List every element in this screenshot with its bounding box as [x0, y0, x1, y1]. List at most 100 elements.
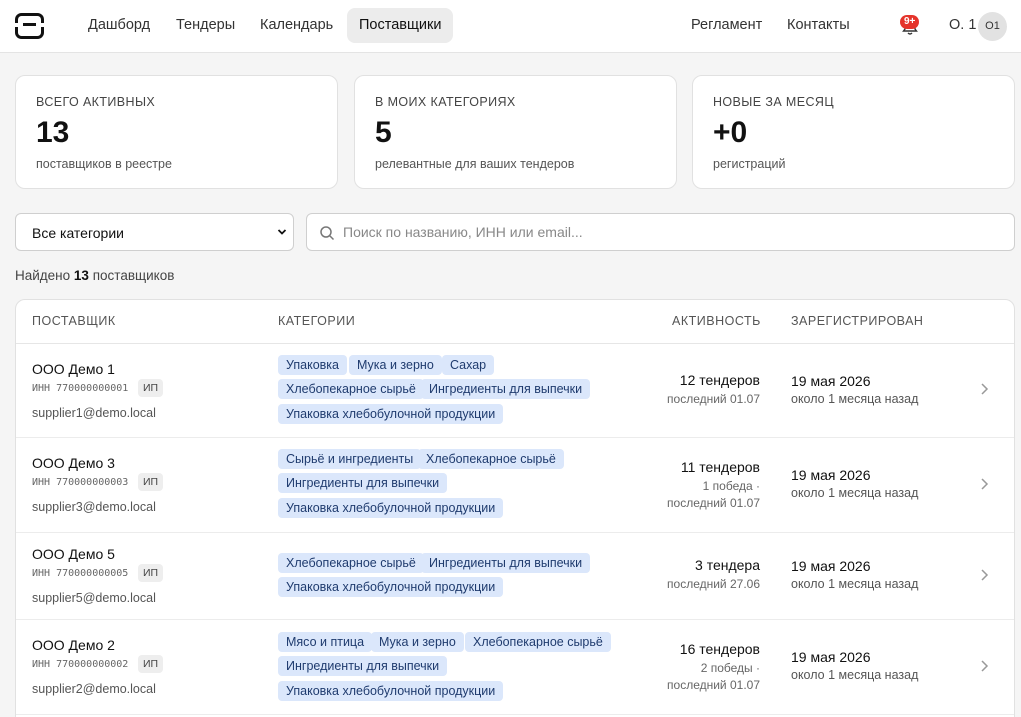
stat-label: Новые за месяц: [713, 95, 834, 109]
stat-card-active: Всего активных 13 поставщиков в реестре: [15, 75, 338, 189]
category-tag: Хлебопекарное сырьё: [465, 632, 611, 652]
stat-value: +0: [713, 116, 748, 149]
registered-date: 19 мая 2026: [791, 373, 871, 389]
category-tag: Хлебопекарное сырьё: [278, 379, 424, 399]
activity-detail: последний 01.07: [667, 496, 760, 510]
category-select-value: Все категории: [32, 225, 124, 241]
suppliers-table: Поставщик Категории Активность Зарегистр…: [15, 299, 1015, 717]
supplier-email: supplier2@demo.local: [32, 682, 156, 696]
search-box[interactable]: [306, 213, 1015, 251]
column-header-registered: Зарегистрирован: [791, 314, 924, 328]
category-tag: Хлебопекарное сырьё: [418, 449, 564, 469]
search-input[interactable]: [343, 215, 1003, 249]
registered-cell: 19 мая 2026 около 1 месяца назад: [791, 558, 918, 591]
category-tag: Упаковка: [278, 355, 347, 375]
chevron-down-icon: [277, 229, 287, 235]
nav-link-suppliers[interactable]: Поставщики: [347, 8, 454, 43]
chevron-right-icon[interactable]: [979, 568, 989, 582]
column-header-categories: Категории: [278, 314, 356, 328]
table-row[interactable]: ООО Демо 5 ИНН 770000000005 ИП supplier5…: [16, 533, 1014, 620]
supplier-type-badge: ИП: [138, 473, 164, 491]
activity-cell: 3 тендера последний 27.06: [667, 557, 760, 593]
supplier-inn: ИНН 770000000001: [32, 383, 129, 394]
activity-wins: 1 победа ·: [702, 479, 760, 493]
nav-link-dashboard[interactable]: Дашборд: [76, 8, 162, 43]
results-prefix: Найдено: [15, 268, 71, 283]
chevron-right-icon[interactable]: [979, 477, 989, 491]
category-tag: Мука и зерно: [371, 632, 464, 652]
registered-date: 19 мая 2026: [791, 467, 871, 483]
stat-subtitle: поставщиков в реестре: [36, 157, 172, 171]
activity-count: 12 тендеров: [679, 372, 760, 388]
chevron-right-icon[interactable]: [979, 659, 989, 673]
column-header-activity: Активность: [672, 314, 761, 328]
activity-cell: 11 тендеров 1 победа · последний 01.07: [667, 459, 760, 512]
activity-detail: последний 01.07: [667, 678, 760, 692]
stat-subtitle: регистраций: [713, 157, 786, 171]
activity-detail: последний 27.06: [667, 577, 760, 591]
supplier-type-badge: ИП: [138, 379, 164, 397]
stat-label: Всего активных: [36, 95, 156, 109]
activity-wins: 2 победы ·: [700, 661, 760, 675]
activity-detail: последний 01.07: [667, 392, 760, 406]
supplier-name: ООО Демо 5: [32, 546, 115, 562]
logo-icon[interactable]: [15, 13, 44, 39]
registered-date: 19 мая 2026: [791, 649, 871, 665]
registered-cell: 19 мая 2026 около 1 месяца назад: [791, 467, 918, 500]
nav-link-contacts[interactable]: Контакты: [775, 8, 862, 43]
stat-subtitle: релевантные для ваших тендеров: [375, 157, 575, 171]
supplier-type-badge: ИП: [138, 655, 164, 673]
registered-ago: около 1 месяца назад: [791, 668, 919, 682]
category-tag: Упаковка хлебобулочной продукции: [278, 577, 504, 597]
category-tag: Мука и зерно: [349, 355, 442, 375]
user-name[interactable]: О. 1: [949, 17, 976, 33]
supplier-inn: ИНН 770000000003: [32, 477, 129, 488]
top-nav: Дашборд Тендеры Календарь Поставщики Рег…: [0, 0, 1021, 53]
category-tag: Ингредиенты для выпечки: [278, 473, 448, 493]
stat-card-my-categories: В моих категориях 5 релевантные для ваши…: [354, 75, 677, 189]
category-tag: Мясо и птица: [278, 632, 373, 652]
activity-count: 16 тендеров: [679, 641, 760, 657]
supplier-name: ООО Демо 1: [32, 361, 115, 377]
avatar[interactable]: О1: [978, 12, 1007, 41]
registered-date: 19 мая 2026: [791, 558, 871, 574]
column-header-supplier: Поставщик: [32, 314, 116, 328]
activity-count: 11 тендеров: [680, 459, 760, 475]
table-row[interactable]: ООО Демо 2 ИНН 770000000002 ИП supplier2…: [16, 620, 1014, 715]
nav-link-regulations[interactable]: Регламент: [679, 8, 774, 43]
search-icon: [320, 226, 335, 241]
nav-link-calendar[interactable]: Календарь: [248, 8, 345, 43]
supplier-name: ООО Демо 2: [32, 637, 115, 653]
registered-ago: около 1 месяца назад: [791, 486, 919, 500]
chevron-right-icon[interactable]: [979, 382, 989, 396]
category-tag: Упаковка хлебобулочной продукции: [278, 404, 504, 424]
registered-cell: 19 мая 2026 около 1 месяца назад: [791, 373, 918, 406]
category-tag: Упаковка хлебобулочной продукции: [278, 498, 504, 518]
supplier-name: ООО Демо 3: [32, 455, 115, 471]
stat-value: 13: [36, 116, 70, 149]
activity-cell: 16 тендеров 2 победы · последний 01.07: [667, 641, 760, 694]
supplier-email: supplier5@demo.local: [32, 591, 156, 605]
table-row[interactable]: ООО Демо 3 ИНН 770000000003 ИП supplier3…: [16, 438, 1014, 533]
stat-label: В моих категориях: [375, 95, 516, 109]
activity-count: 3 тендера: [695, 557, 760, 573]
supplier-type-badge: ИП: [138, 564, 164, 582]
results-number: 13: [73, 268, 89, 283]
registered-ago: около 1 месяца назад: [791, 577, 919, 591]
supplier-inn: ИНН 770000000002: [32, 659, 129, 670]
stat-value: 5: [375, 116, 392, 149]
supplier-email: supplier1@demo.local: [32, 406, 156, 420]
results-count: Найдено 13 поставщиков: [15, 268, 174, 283]
category-tag: Ингредиенты для выпечки: [421, 553, 591, 573]
category-tag: Сырьё и ингредиенты: [278, 449, 422, 469]
category-tag: Сахар: [442, 355, 495, 375]
nav-link-tenders[interactable]: Тендеры: [164, 8, 247, 43]
activity-cell: 12 тендеров последний 01.07: [667, 372, 760, 408]
stat-card-new-month: Новые за месяц +0 регистраций: [692, 75, 1015, 189]
supplier-email: supplier3@demo.local: [32, 500, 156, 514]
results-suffix: поставщиков: [92, 268, 175, 283]
registered-ago: около 1 месяца назад: [791, 392, 919, 406]
table-row[interactable]: ООО Демо 1 ИНН 770000000001 ИП supplier1…: [16, 344, 1014, 438]
category-tag: Хлебопекарное сырьё: [278, 553, 424, 573]
category-select[interactable]: Все категории: [15, 213, 294, 251]
